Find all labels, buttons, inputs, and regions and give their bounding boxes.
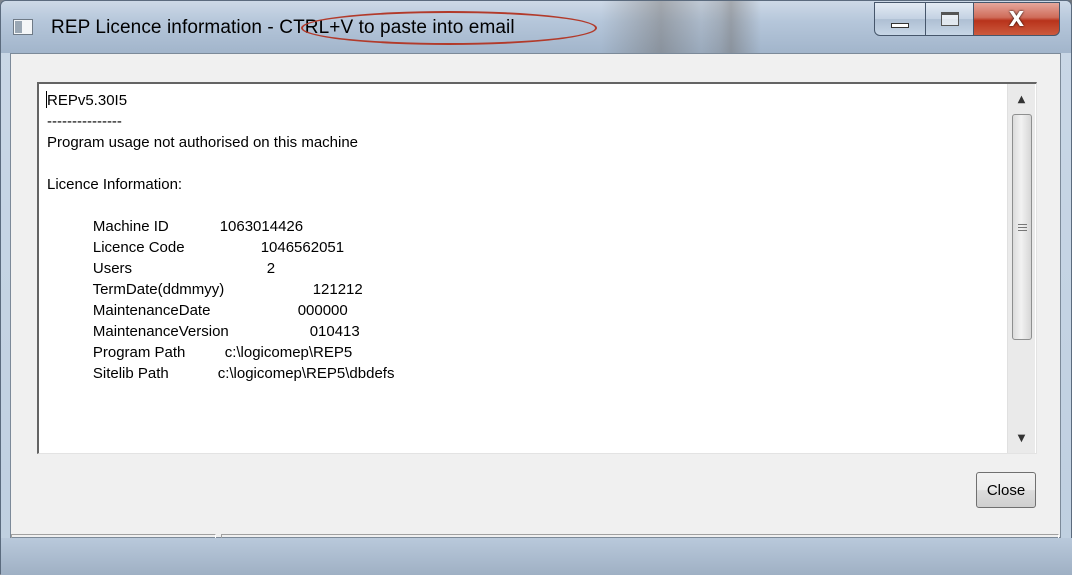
minimize-icon xyxy=(891,22,909,28)
field-label: Sitelib Path xyxy=(88,365,169,382)
licence-info-heading: Licence Information: xyxy=(47,176,183,193)
field-label: Licence Code xyxy=(88,239,185,256)
field-value: 000000 xyxy=(297,302,348,319)
maximize-icon xyxy=(940,12,959,26)
authorisation-status-line: Program usage not authorised on this mac… xyxy=(47,134,359,151)
app-window-icon[interactable] xyxy=(13,19,33,35)
title-bar[interactable]: REP Licence information - CTRL+V to past… xyxy=(1,1,1071,53)
field-value: 1063014426 xyxy=(219,218,304,235)
field-label: MaintenanceVersion xyxy=(88,323,229,340)
field-row-machine-id: Machine ID 1063014426 xyxy=(47,195,997,235)
field-label: Program Path xyxy=(88,344,186,361)
close-icon: X xyxy=(1008,7,1025,31)
caption-buttons: X xyxy=(874,2,1060,38)
field-label: TermDate(ddmmyy) xyxy=(88,281,225,298)
scroll-up-arrow-icon[interactable]: ▲ xyxy=(1008,84,1035,114)
field-value: 121212 xyxy=(312,281,363,298)
maximize-button[interactable] xyxy=(926,2,974,36)
version-line: REPv5.30I5 xyxy=(47,92,128,109)
field-label: Users xyxy=(88,260,133,277)
vertical-scrollbar[interactable]: ▲ ▼ xyxy=(1007,84,1035,453)
window-title: REP Licence information - CTRL+V to past… xyxy=(51,17,515,38)
window-close-button[interactable]: X xyxy=(974,2,1060,36)
close-button[interactable]: Close xyxy=(976,472,1036,508)
field-label: MaintenanceDate xyxy=(88,302,211,319)
field-value: 2 xyxy=(266,260,276,277)
field-label: Machine ID xyxy=(88,218,169,235)
field-value: 1046562051 xyxy=(260,239,345,256)
field-value: c:\logicomep\REP5 xyxy=(224,344,353,361)
separator-line: --------------- xyxy=(47,113,122,130)
title-glass-streak xyxy=(701,1,761,53)
window-bottom-frame xyxy=(1,538,1072,575)
grip-icon xyxy=(1017,223,1027,231)
scroll-thumb[interactable] xyxy=(1012,114,1032,340)
scroll-down-arrow-icon[interactable]: ▼ xyxy=(1008,423,1035,453)
field-value: 010413 xyxy=(309,323,360,340)
field-value: c:\logicomep\REP5\dbdefs xyxy=(217,365,395,382)
licence-info-window: REP Licence information - CTRL+V to past… xyxy=(0,0,1072,575)
client-area: REPv5.30I5 --------------- Program usage… xyxy=(10,53,1061,558)
licence-text-content: REPv5.30I5 --------------- Program usage… xyxy=(47,90,997,450)
minimize-button[interactable] xyxy=(874,2,926,36)
licence-info-textbox[interactable]: REPv5.30I5 --------------- Program usage… xyxy=(37,82,1037,454)
